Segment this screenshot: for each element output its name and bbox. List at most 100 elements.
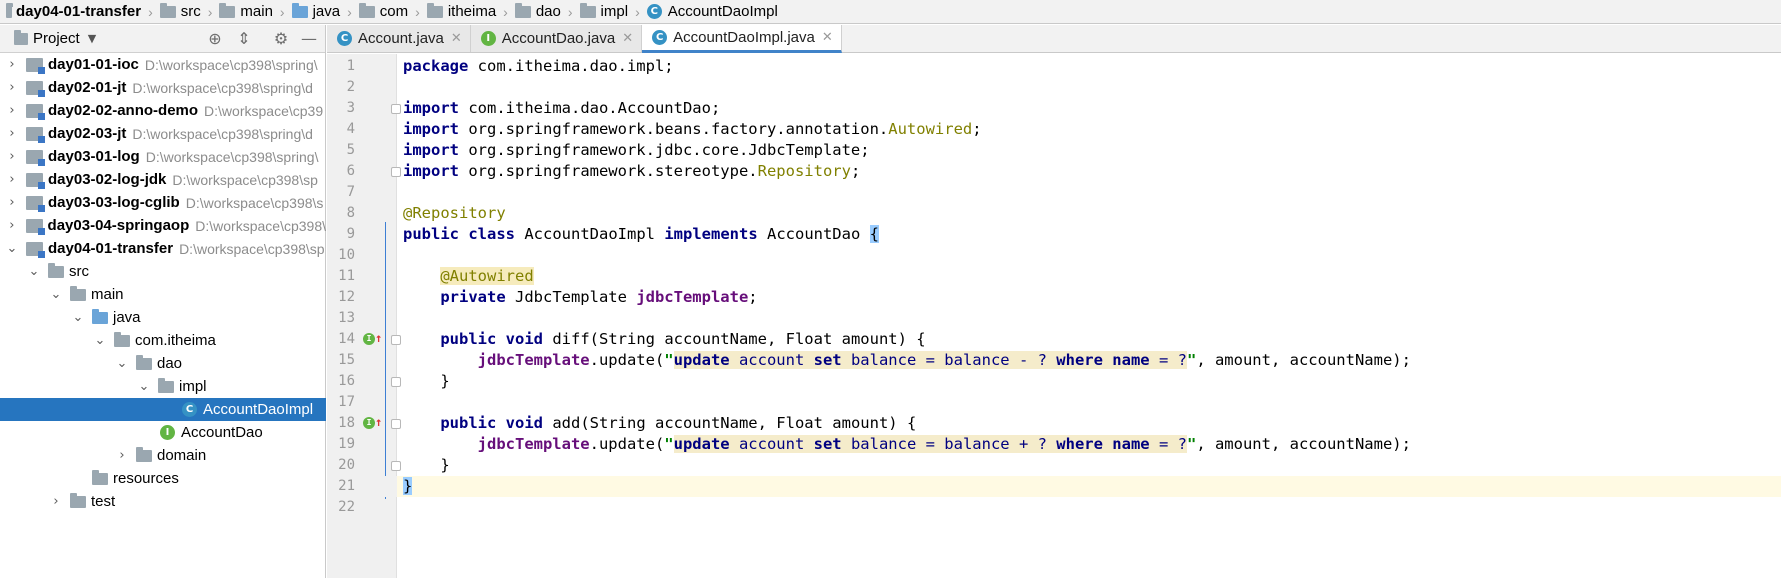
- tree-module-row[interactable]: ⌄ day04-01-transfer D:\workspace\cp398\sp: [0, 237, 326, 260]
- tree-module-row[interactable]: › day03-01-log D:\workspace\cp398\spring\: [0, 145, 326, 168]
- module-icon: [26, 80, 45, 97]
- line-number: 22: [338, 499, 355, 515]
- line-text: jdbcTemplate.update("update account set …: [403, 350, 1411, 371]
- chevron-down-icon[interactable]: ⌄: [136, 379, 152, 394]
- chevron-right-icon[interactable]: ›: [4, 195, 20, 210]
- folder-label: src: [69, 263, 89, 280]
- module-name: day03-02-log-jdk: [48, 171, 167, 188]
- line-number: 10: [338, 247, 355, 263]
- fold-icon[interactable]: [391, 167, 401, 177]
- tree-folder-java[interactable]: ⌄ java: [0, 306, 326, 329]
- breadcrumb-item-java[interactable]: java: [288, 2, 345, 20]
- tree-package-impl[interactable]: ⌄ impl: [0, 375, 326, 398]
- breadcrumb-item-dao[interactable]: dao: [511, 2, 565, 20]
- package-icon: [514, 2, 531, 18]
- tree-package-dao[interactable]: ⌄ dao: [0, 352, 326, 375]
- tree-module-row[interactable]: › day02-02-anno-demo D:\workspace\cp39: [0, 99, 326, 122]
- chevron-right-icon[interactable]: ›: [4, 149, 20, 164]
- tree-package-com-itheima[interactable]: ⌄ com.itheima: [0, 329, 326, 352]
- editor-tabs: C Account.java ✕ I AccountDao.java ✕ C Accoun…: [327, 25, 1781, 53]
- project-view-selector[interactable]: Project ▼: [14, 29, 96, 47]
- chevron-down-icon[interactable]: ⌄: [92, 333, 108, 348]
- fold-icon[interactable]: [391, 335, 401, 345]
- line-text: package com.itheima.dao.impl;: [403, 56, 674, 77]
- breadcrumb-item-impl[interactable]: impl: [576, 2, 633, 20]
- tree-module-row[interactable]: › day03-02-log-jdk D:\workspace\cp398\sp: [0, 168, 326, 191]
- chevron-right-icon[interactable]: ›: [4, 103, 20, 118]
- locate-icon[interactable]: ⊕: [206, 30, 224, 48]
- chevron-right-icon[interactable]: ›: [4, 172, 20, 187]
- tree-folder-main[interactable]: ⌄ main: [0, 283, 326, 306]
- tree-interface-account-dao[interactable]: I AccountDao: [0, 421, 326, 444]
- folder-icon: [159, 2, 176, 18]
- chevron-down-icon[interactable]: ⌄: [26, 264, 42, 279]
- module-icon: [26, 103, 45, 120]
- chevron-down-icon[interactable]: ⌄: [48, 287, 64, 302]
- tree-package-domain[interactable]: › domain: [0, 444, 326, 467]
- tab-account-dao-java[interactable]: I AccountDao.java ✕: [470, 25, 643, 52]
- token: set: [813, 351, 842, 369]
- tree-module-row[interactable]: › day01-01-ioc D:\workspace\cp398\spring\: [0, 53, 326, 76]
- implements-method-icon[interactable]: I: [363, 417, 375, 429]
- chevron-right-icon[interactable]: ›: [4, 126, 20, 141]
- token: @Autowired: [440, 267, 534, 285]
- token: ": [664, 435, 674, 453]
- fold-icon[interactable]: [391, 419, 401, 429]
- token: account: [729, 435, 814, 453]
- breadcrumb-item-com[interactable]: com: [355, 2, 412, 20]
- token: ": [1186, 435, 1197, 453]
- tree-module-row[interactable]: › day02-03-jt D:\workspace\cp398\spring\d: [0, 122, 326, 145]
- token: import: [403, 141, 459, 159]
- token: balance = balance: [841, 351, 1019, 369]
- close-icon[interactable]: ✕: [822, 30, 833, 45]
- line-text: import org.springframework.beans.factory…: [403, 119, 982, 140]
- chevron-right-icon[interactable]: ›: [4, 57, 20, 72]
- tree-module-row[interactable]: › day03-03-log-cglib D:\workspace\cp398\s: [0, 191, 326, 214]
- breadcrumb-item-class[interactable]: C AccountDaoImpl: [643, 3, 782, 20]
- breadcrumb-label: com: [379, 3, 409, 20]
- code-line: 22: [327, 497, 1781, 518]
- collapse-all-icon[interactable]: ⇕: [235, 30, 253, 48]
- breadcrumb-item-project[interactable]: day04-01-transfer: [2, 2, 145, 20]
- chevron-down-icon[interactable]: ⌄: [70, 310, 86, 325]
- fold-icon[interactable]: [391, 461, 401, 471]
- module-name: day03-01-log: [48, 148, 140, 165]
- token: account: [729, 351, 814, 369]
- module-path: D:\workspace\cp398\spring\d: [132, 79, 313, 96]
- tab-account-dao-impl-java[interactable]: C AccountDaoImpl.java ✕: [642, 25, 842, 53]
- fold-icon[interactable]: [391, 104, 401, 114]
- gear-icon[interactable]: ⚙: [272, 30, 290, 48]
- line-text: import com.itheima.dao.AccountDao;: [403, 98, 720, 119]
- tree-class-account-dao-impl[interactable]: C AccountDaoImpl: [0, 398, 326, 421]
- module-icon: [26, 57, 45, 74]
- package-icon: [579, 2, 596, 18]
- arrow-up-icon: ↑: [375, 415, 383, 429]
- close-icon[interactable]: ✕: [622, 31, 633, 46]
- tree-module-row[interactable]: › day02-01-jt D:\workspace\cp398\spring\d: [0, 76, 326, 99]
- tree-folder-test[interactable]: › test: [0, 490, 326, 513]
- tab-account-java[interactable]: C Account.java ✕: [327, 25, 471, 52]
- chevron-right-icon[interactable]: ›: [48, 494, 64, 509]
- package-label: domain: [157, 447, 207, 464]
- breadcrumb-item-src[interactable]: src: [156, 2, 205, 20]
- hide-icon[interactable]: —: [300, 30, 318, 48]
- fold-icon[interactable]: [391, 377, 401, 387]
- close-icon[interactable]: ✕: [451, 31, 462, 46]
- code-editor[interactable]: 1 package com.itheima.dao.impl; 2 3 import…: [327, 54, 1781, 578]
- module-path: D:\workspace\cp398\s: [185, 194, 324, 211]
- chevron-right-icon[interactable]: ›: [114, 448, 130, 463]
- breadcrumb-item-itheima[interactable]: itheima: [423, 2, 500, 20]
- implements-method-icon[interactable]: I: [363, 333, 375, 345]
- breadcrumb-item-main[interactable]: main: [215, 2, 277, 20]
- package-icon: [114, 331, 130, 347]
- chevron-down-icon[interactable]: ⌄: [114, 356, 130, 371]
- tree-folder-resources[interactable]: resources: [0, 467, 326, 490]
- tree-module-row[interactable]: › day03-04-springaop D:\workspace\cp398\: [0, 214, 326, 237]
- code-line: 15 jdbcTemplate.update("update account s…: [327, 350, 1781, 371]
- tree-folder-src[interactable]: ⌄ src: [0, 260, 326, 283]
- line-number: 20: [338, 457, 355, 473]
- token: ;: [850, 162, 861, 180]
- chevron-right-icon[interactable]: ›: [4, 80, 20, 95]
- chevron-right-icon[interactable]: ›: [4, 218, 20, 233]
- chevron-down-icon[interactable]: ⌄: [4, 241, 20, 256]
